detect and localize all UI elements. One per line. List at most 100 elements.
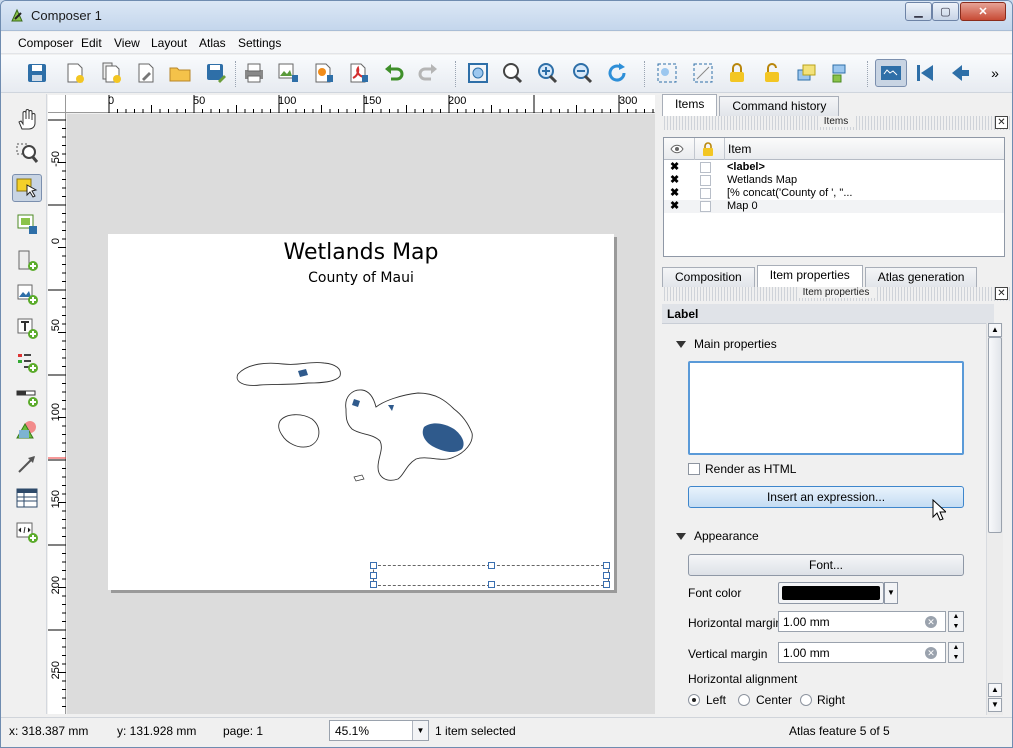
items-column-header[interactable]: Item [728, 142, 751, 156]
table-row[interactable]: ✖ Wetlands Map [664, 174, 1004, 187]
appearance-group-header[interactable]: Appearance [676, 529, 759, 543]
select-move-item-button[interactable] [12, 174, 42, 202]
vertical-margin-input[interactable]: 1.00 mm ✕ [778, 642, 946, 663]
visibility-checkbox[interactable]: ✖ [670, 201, 681, 212]
tab-item-properties[interactable]: Item properties [756, 265, 863, 287]
atlas-previous-feature-button[interactable] [946, 59, 974, 87]
maximize-button[interactable]: ▢ [932, 2, 959, 21]
resize-handle[interactable] [603, 572, 610, 579]
properties-scrollbar[interactable]: ▲ ▲ ▼ [986, 323, 1003, 715]
menu-settings[interactable]: Settings [238, 36, 281, 50]
unlock-items-button[interactable] [758, 59, 786, 87]
add-html-frame-button[interactable] [12, 518, 42, 546]
add-label-button[interactable] [12, 314, 42, 342]
resize-handle[interactable] [370, 572, 377, 579]
new-composer-button[interactable] [61, 59, 89, 87]
lock-checkbox[interactable] [700, 188, 711, 199]
save-project-button[interactable] [23, 59, 51, 87]
close-button[interactable]: ✕ [960, 2, 1006, 21]
clear-icon[interactable]: ✕ [925, 647, 937, 659]
add-legend-button[interactable] [12, 348, 42, 376]
atlas-preview-button[interactable] [875, 59, 907, 87]
minimize-button[interactable]: ▁ [905, 2, 932, 21]
zoom-in-button[interactable] [533, 59, 561, 87]
export-svg-button[interactable] [309, 59, 337, 87]
refresh-view-button[interactable] [603, 59, 631, 87]
resize-handle[interactable] [370, 581, 377, 588]
close-items-dock-button[interactable]: ✕ [995, 116, 1008, 129]
add-new-map-button[interactable] [12, 246, 42, 274]
add-image-button[interactable] [12, 280, 42, 308]
pan-tool-button[interactable] [12, 106, 42, 134]
menu-composer[interactable]: Composer [18, 36, 73, 50]
export-image-button[interactable] [274, 59, 302, 87]
composition-canvas[interactable]: Wetlands Map County of Maui [67, 114, 655, 714]
tab-atlas-generation[interactable]: Atlas generation [864, 267, 978, 287]
add-arrow-button[interactable] [12, 450, 42, 478]
map-subtitle-label[interactable]: County of Maui [108, 270, 614, 286]
move-item-content-button[interactable] [12, 210, 42, 238]
font-color-dropdown-button[interactable]: ▼ [884, 582, 898, 604]
composer-manager-button[interactable] [132, 59, 160, 87]
resize-handle[interactable] [370, 562, 377, 569]
table-row[interactable]: ✖ Map 0 [664, 200, 1004, 213]
table-row[interactable]: ✖ [% concat('County of ', "... [664, 187, 1004, 200]
menu-view[interactable]: View [114, 36, 140, 50]
chevron-down-icon[interactable]: ▼ [412, 721, 428, 740]
save-template-button[interactable] [202, 59, 230, 87]
lock-items-button[interactable] [723, 59, 751, 87]
lock-checkbox[interactable] [700, 201, 711, 212]
lock-checkbox[interactable] [700, 162, 711, 173]
selected-label-item[interactable] [370, 562, 610, 588]
print-button[interactable] [240, 59, 268, 87]
visibility-checkbox[interactable]: ✖ [670, 188, 681, 199]
resize-handle[interactable] [603, 581, 610, 588]
load-template-button[interactable] [166, 59, 194, 87]
tab-items[interactable]: Items [662, 94, 718, 116]
insert-expression-button[interactable]: Insert an expression... [688, 486, 964, 508]
redo-button[interactable] [414, 59, 442, 87]
table-row[interactable]: ✖ <label> [664, 161, 1004, 174]
clear-icon[interactable]: ✕ [925, 616, 937, 628]
toolbar-overflow-button[interactable]: » [983, 59, 1007, 87]
visibility-checkbox[interactable]: ✖ [670, 175, 681, 186]
align-left-radio[interactable] [688, 694, 700, 706]
raise-items-button[interactable] [793, 59, 821, 87]
map-title-label[interactable]: Wetlands Map [108, 240, 614, 265]
align-center-radio[interactable] [738, 694, 750, 706]
close-properties-dock-button[interactable]: ✕ [995, 287, 1008, 300]
ungroup-items-button[interactable] [689, 59, 717, 87]
horizontal-margin-spinner[interactable]: ▲ ▼ [948, 611, 964, 632]
tab-composition[interactable]: Composition [662, 267, 755, 287]
vertical-margin-spinner[interactable]: ▲ ▼ [948, 642, 964, 663]
menu-atlas[interactable]: Atlas [199, 36, 226, 50]
undo-button[interactable] [380, 59, 408, 87]
duplicate-composer-button[interactable] [97, 59, 125, 87]
export-pdf-button[interactable] [344, 59, 372, 87]
menu-layout[interactable]: Layout [151, 36, 187, 50]
zoom-combobox[interactable]: 45.1% ▼ [329, 720, 429, 741]
main-properties-group-header[interactable]: Main properties [676, 337, 777, 351]
resize-handle[interactable] [603, 562, 610, 569]
horizontal-margin-input[interactable]: 1.00 mm ✕ [778, 611, 946, 632]
map-item[interactable] [228, 349, 488, 489]
visibility-checkbox[interactable]: ✖ [670, 162, 681, 173]
add-shape-button[interactable] [12, 416, 42, 444]
scroll-down-button[interactable]: ▼ [988, 698, 1002, 712]
items-table[interactable]: Item ✖ <label> ✖ Wetlands Map ✖ [% conca… [663, 137, 1005, 257]
resize-handle[interactable] [488, 581, 495, 588]
group-items-button[interactable] [653, 59, 681, 87]
composition-page[interactable]: Wetlands Map County of Maui [108, 234, 614, 590]
zoom-tool-button[interactable] [12, 140, 42, 168]
label-text-editor[interactable] [688, 361, 964, 455]
zoom-actual-button[interactable] [498, 59, 526, 87]
tab-command-history[interactable]: Command history [719, 96, 840, 116]
lock-checkbox[interactable] [700, 175, 711, 186]
atlas-first-feature-button[interactable] [911, 59, 939, 87]
font-button[interactable]: Font... [688, 554, 964, 576]
add-scalebar-button[interactable] [12, 382, 42, 410]
resize-handle[interactable] [488, 562, 495, 569]
scroll-up-button[interactable]: ▲ [988, 683, 1002, 697]
align-items-button[interactable] [828, 59, 856, 87]
zoom-out-button[interactable] [568, 59, 596, 87]
